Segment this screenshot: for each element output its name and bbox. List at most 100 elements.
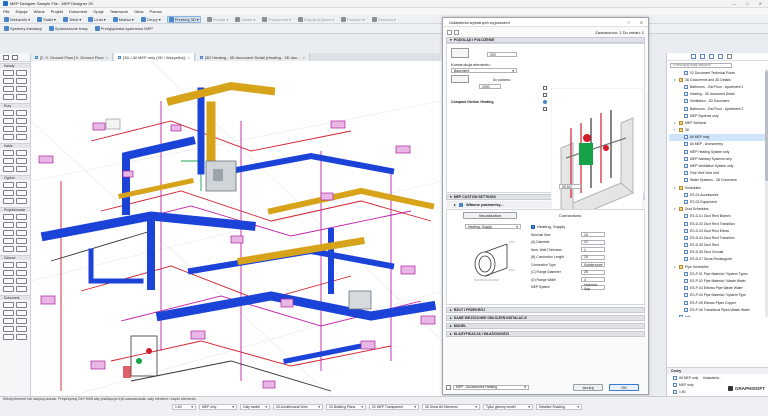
- tool-icon[interactable]: [16, 182, 27, 188]
- connection-select[interactable]: Heating, Supply ▾: [465, 224, 521, 229]
- status-field[interactable]: 02 MEP Transparent ▾: [369, 403, 419, 410]
- tool-icon[interactable]: [3, 286, 14, 292]
- tool-icon[interactable]: [16, 198, 27, 204]
- tool-icon[interactable]: [3, 310, 14, 316]
- menu-item[interactable]: Opcje: [93, 9, 103, 14]
- toolbar-button[interactable]: Systemy instalacji: [3, 25, 43, 32]
- close-icon[interactable]: ✕: [759, 1, 762, 6]
- status-field[interactable]: MEP only ▾: [199, 403, 237, 410]
- tool-icon[interactable]: [3, 302, 14, 308]
- view-map-item[interactable]: ES-D-04 Duct Rect Transition: [669, 234, 765, 241]
- menu-item[interactable]: Okna: [134, 9, 144, 14]
- param-value-field[interactable]: 15: [581, 254, 605, 260]
- view-map-item[interactable]: ▾ Duct Schedules: [669, 206, 765, 213]
- tool-icon[interactable]: [3, 214, 14, 220]
- view-map-item[interactable]: Water Systems - 3D Document: [669, 177, 765, 184]
- close-tab-icon[interactable]: ×: [188, 55, 190, 60]
- toolbar-button[interactable]: Linia ▾: [87, 16, 106, 23]
- navigator-search-input[interactable]: [670, 62, 732, 68]
- toolbar-button[interactable]: Tekst ▾: [62, 16, 82, 23]
- view-map-item[interactable]: Bathroom - 2nd Floor - Apartment 2: [669, 105, 765, 112]
- minimize-icon[interactable]: —: [732, 1, 736, 6]
- view-map-item[interactable]: ES-D-07 Ducts Rectangular: [669, 256, 765, 263]
- view-map-item[interactable]: ES-D-06 Duct Circular: [669, 249, 765, 256]
- view-map-item[interactable]: ES-P-01 Pipe Material / System Types: [669, 270, 765, 277]
- status-field[interactable]: 03 Architectural View ▾: [273, 403, 323, 410]
- toolbar-button[interactable]: Przekrój 3D ▾: [166, 15, 201, 23]
- settings-menu-icon[interactable]: [454, 29, 459, 35]
- tool-icon[interactable]: [16, 126, 27, 132]
- toolbar-button[interactable]: Zastosuj ▾: [371, 16, 397, 23]
- toolbar-button[interactable]: Siatki ▾: [36, 16, 57, 23]
- tool-icon[interactable]: [3, 134, 14, 140]
- dialog-close-icon[interactable]: ✕: [640, 20, 643, 25]
- chevron-icon[interactable]: ▾: [674, 121, 677, 125]
- tool-icon[interactable]: [3, 246, 14, 252]
- tool-icon[interactable]: [3, 126, 14, 132]
- param-value-field[interactable]: 1: [581, 247, 605, 253]
- close-tab-icon[interactable]: ×: [303, 55, 305, 60]
- tool-icon[interactable]: [3, 222, 14, 228]
- checkbox-icon[interactable]: [531, 224, 535, 229]
- view-map-item[interactable]: ES-P-03 Elbows Pipe Waste Water: [669, 285, 765, 292]
- toolbar-button[interactable]: Przeglądarka systemów MEP: [94, 25, 154, 32]
- project-map-icon[interactable]: [691, 54, 696, 59]
- chevron-icon[interactable]: ▾: [674, 207, 677, 211]
- menu-item[interactable]: Projekt: [51, 9, 63, 14]
- status-field[interactable]: Tylko główny model ▾: [483, 403, 533, 410]
- toolbar-button[interactable]: Edycja bryłowa ▾: [297, 16, 335, 23]
- tool-icon[interactable]: [16, 110, 27, 116]
- tool-icon[interactable]: [16, 118, 27, 124]
- view-map-item[interactable]: ES-D-05 Duct Rect: [669, 242, 765, 249]
- view-tab[interactable]: [3D Heating - 3D document Detail (Heatin…: [195, 53, 310, 61]
- menu-item[interactable]: Dokument: [69, 9, 87, 14]
- param-value-field[interactable]: 4: [581, 277, 605, 283]
- status-field[interactable]: 03 Building Plans ▾: [326, 403, 366, 410]
- tool-icon[interactable]: [16, 310, 27, 316]
- tab-connections[interactable]: Connections: [559, 213, 581, 218]
- tool-icon[interactable]: [16, 158, 27, 164]
- toolbar-button[interactable]: Pomiar ▾: [206, 16, 230, 23]
- tool-icon[interactable]: [16, 134, 27, 140]
- toolbar-button[interactable]: Ustaw ▾: [234, 16, 256, 23]
- tool-icon[interactable]: [3, 70, 14, 76]
- connection-checkbox[interactable]: Heating, Supply: [531, 224, 565, 229]
- view-map-item[interactable]: ES-01 Accessories: [669, 191, 765, 198]
- view-tab[interactable]: [3D / All MEP only (3D / Wszystko)] ×: [114, 53, 195, 61]
- tool-icon[interactable]: [3, 182, 14, 188]
- view-map-item[interactable]: ES-02 Equipment: [669, 198, 765, 205]
- view-icon[interactable]: [543, 107, 547, 111]
- settings-link[interactable]: Ustawienia...: [703, 376, 721, 380]
- view-map-item[interactable]: 02 Document Technical Room: [669, 69, 765, 76]
- level-field[interactable]: 2000: [479, 84, 501, 89]
- view-map-item[interactable]: ▾ MEP Sections: [669, 119, 765, 126]
- rotate-icon[interactable]: [543, 86, 547, 90]
- view-map-item[interactable]: MEP Sanitary Systems only: [669, 155, 765, 162]
- more-icon[interactable]: [727, 54, 732, 59]
- param-value-field[interactable]: 22: [581, 239, 605, 245]
- menu-item[interactable]: Pomoc: [150, 9, 162, 14]
- tool-icon[interactable]: [3, 190, 14, 196]
- tool-icon[interactable]: [16, 190, 27, 196]
- menu-item[interactable]: Plik: [3, 9, 9, 14]
- toolbar-button[interactable]: Połączenie ▾: [261, 16, 292, 23]
- tool-icon[interactable]: [16, 70, 27, 76]
- view-map-item[interactable]: ES-D-03 Duct Rect Elbow: [669, 227, 765, 234]
- chevron-icon[interactable]: ▾: [674, 128, 677, 132]
- tab-visualization[interactable]: Visualization: [463, 212, 517, 219]
- section-model[interactable]: ▸ MODEL: [446, 323, 645, 329]
- tool-icon[interactable]: [3, 94, 14, 100]
- tool-icon[interactable]: [3, 158, 14, 164]
- tool-icon[interactable]: [16, 238, 27, 244]
- close-tab-icon[interactable]: ×: [106, 55, 108, 60]
- view-map-item[interactable]: All MEP only: [669, 133, 765, 141]
- status-field[interactable]: Detailed Shading ▾: [536, 403, 582, 410]
- param-value-field[interactable]: 15: [581, 232, 605, 238]
- view-map-item[interactable]: Heating - 3D document Detail: [669, 91, 765, 98]
- view-map-item[interactable]: ES-P-05 Elbows Pipes Copper: [669, 299, 765, 306]
- tool-icon[interactable]: [16, 246, 27, 252]
- toolbar-button[interactable]: Grupy ▾: [140, 16, 162, 23]
- tool-icon[interactable]: [16, 94, 27, 100]
- param-value-field[interactable]: Hydronic Sup: [581, 283, 605, 291]
- tool-icon[interactable]: [3, 334, 14, 340]
